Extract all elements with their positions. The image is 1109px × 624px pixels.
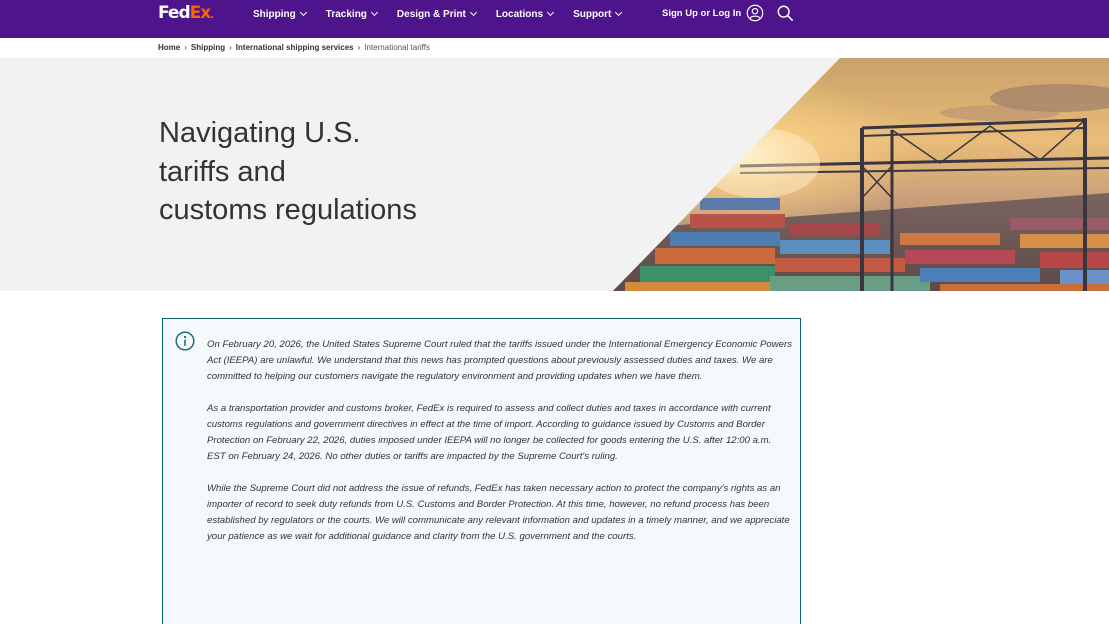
alert-paragraph: As a transportation provider and customs… — [207, 403, 772, 462]
breadcrumb: Home › Shipping › International shipping… — [158, 43, 430, 52]
chevron-down-icon — [469, 8, 477, 17]
sign-in-label: Sign Up or Log In — [662, 7, 742, 19]
chevron-down-icon — [615, 8, 623, 17]
nav-item-shipping[interactable]: Shipping — [253, 8, 307, 20]
breadcrumb-shipping[interactable]: Shipping — [191, 43, 225, 52]
logo-fed: Fed — [158, 3, 191, 23]
nav-item-design-print[interactable]: Design & Print — [396, 8, 477, 20]
page-title-line-1: Navigating U.S. — [159, 117, 361, 149]
nav-item-label: Locations — [495, 8, 544, 20]
hero-banner: Navigating U.S. tariffs and customs regu… — [0, 58, 1109, 291]
breadcrumb-international-shipping[interactable]: International shipping services — [236, 43, 354, 52]
page-title-line-3: customs regulations — [159, 194, 417, 226]
alert-body: On February 20, 2026, the United States … — [207, 337, 792, 561]
main-nav: Shipping Tracking Design & Print Locatio… — [253, 0, 641, 28]
alert-paragraph: While the Supreme Court did not address … — [207, 483, 790, 542]
nav-item-label: Design & Print — [396, 8, 466, 20]
logo-dot: . — [210, 10, 214, 21]
page-title: Navigating U.S. tariffs and customs regu… — [159, 114, 479, 230]
breadcrumb-separator-icon: › — [357, 43, 361, 52]
fedex-logo[interactable]: FedEx. — [158, 3, 214, 26]
user-circle-icon — [746, 4, 764, 22]
nav-item-label: Tracking — [325, 8, 367, 20]
sign-in-button[interactable]: Sign Up or Log In — [662, 4, 764, 22]
breadcrumb-separator-icon: › — [229, 43, 232, 52]
logo-ex: Ex — [189, 3, 212, 23]
tariff-notice-alert: On February 20, 2026, the United States … — [162, 318, 801, 624]
nav-item-label: Support — [573, 8, 612, 20]
chevron-down-icon — [547, 8, 555, 17]
breadcrumb-home[interactable]: Home — [158, 43, 180, 52]
breadcrumb-separator-icon: › — [184, 43, 187, 52]
nav-item-label: Shipping — [253, 8, 296, 20]
breadcrumb-current: International tariffs — [364, 43, 430, 52]
nav-item-support[interactable]: Support — [573, 8, 623, 20]
search-icon[interactable] — [776, 4, 794, 22]
page-title-line-2: tariffs and — [159, 155, 286, 188]
chevron-down-icon — [299, 8, 307, 17]
nav-item-tracking[interactable]: Tracking — [325, 8, 378, 20]
info-icon — [175, 331, 195, 351]
nav-item-locations[interactable]: Locations — [495, 8, 555, 20]
top-nav-bar: FedEx. Shipping Tracking Design & Print … — [0, 0, 1109, 38]
chevron-down-icon — [370, 8, 378, 17]
alert-paragraph: On February 20, 2026, the United States … — [207, 339, 792, 382]
